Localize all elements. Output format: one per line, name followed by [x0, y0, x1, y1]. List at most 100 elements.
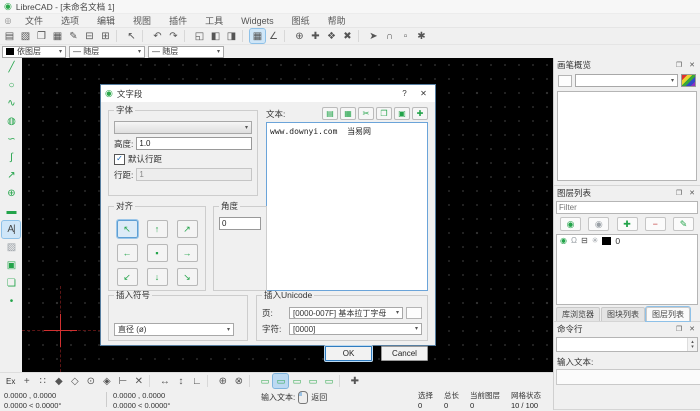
menu-app-icon[interactable]: ◎ — [0, 16, 16, 25]
pan-button[interactable]: ✱ — [414, 29, 429, 43]
align-middle-left-button[interactable]: ← — [117, 244, 138, 262]
dimension-tool-button[interactable]: ▬ — [2, 203, 20, 220]
ok-button[interactable]: OK — [325, 346, 372, 361]
view-1-button[interactable]: ▭ — [257, 374, 272, 388]
lock-relative-zero-button[interactable]: ⊗ — [231, 374, 246, 388]
save-text-button[interactable]: ▦ — [340, 107, 356, 120]
circle-center-tool-button[interactable]: ⊕ — [2, 185, 20, 202]
rotate-two-button[interactable]: ❖ — [324, 29, 339, 43]
layer-color-combo[interactable]: 依图层 ▾ — [2, 46, 66, 58]
save-button[interactable]: ▦ — [50, 29, 65, 43]
leader-tool-button[interactable]: ↗ — [2, 167, 20, 184]
print-preview-button[interactable]: ⊞ — [98, 29, 113, 43]
align-bottom-left-button[interactable]: ↙ — [117, 268, 138, 286]
unicode-char-combo[interactable]: [0000] ▾ — [289, 323, 422, 335]
cut-text-button[interactable]: ✂ — [358, 107, 374, 120]
image-tool-button[interactable]: ▣ — [2, 257, 20, 274]
select-window-button[interactable]: ▫ — [398, 29, 413, 43]
line-tool-button[interactable]: ╱ — [2, 59, 20, 76]
close-panel-icon[interactable]: ✕ — [687, 61, 697, 69]
layer-filter-input[interactable] — [556, 201, 698, 214]
menu-view[interactable]: 视图 — [124, 14, 160, 27]
undo-button[interactable]: ↶ — [150, 29, 165, 43]
pen-list[interactable] — [557, 91, 697, 181]
exclusive-snap-button[interactable]: Ex — [3, 374, 18, 388]
restrict-nothing-button[interactable]: ⊕ — [292, 29, 307, 43]
pen-options-button[interactable] — [558, 75, 572, 87]
snap-on-entity-button[interactable]: ◇ — [67, 374, 82, 388]
restrict-horizontal-button[interactable]: ↔ — [157, 374, 172, 388]
grid-toggle-button[interactable]: ▦ — [250, 29, 265, 43]
edit-layer-button[interactable]: ✎ — [673, 217, 694, 231]
menu-widgets[interactable]: Widgets — [232, 14, 283, 27]
arc-handles-button[interactable]: ∩ — [382, 29, 397, 43]
align-middle-right-button[interactable]: → — [177, 244, 198, 262]
point-tool-button[interactable]: • — [2, 293, 20, 310]
draft-mode-button[interactable]: ∠ — [266, 29, 281, 43]
show-all-layers-button[interactable]: ◉ — [560, 217, 581, 231]
align-top-center-button[interactable]: ↑ — [147, 220, 168, 238]
dialog-title-bar[interactable]: ◉ 文字段 ? ✕ — [101, 85, 435, 102]
command-input[interactable] — [556, 369, 700, 385]
snap-center-button[interactable]: ⊙ — [83, 374, 98, 388]
menu-plugins[interactable]: 插件 — [160, 14, 196, 27]
snap-grid-button[interactable]: ∷ — [35, 374, 50, 388]
height-input[interactable] — [136, 137, 252, 150]
auto-zoom-button[interactable]: ◱ — [192, 29, 207, 43]
align-bottom-center-button[interactable]: ↓ — [147, 268, 168, 286]
polyline-tool-button[interactable]: ∫ — [2, 149, 20, 166]
text-content-area[interactable]: www.downyi.com 当易网 — [266, 122, 428, 291]
pen-combo[interactable]: ▾ — [575, 74, 678, 87]
font-combo[interactable]: ▾ — [114, 121, 252, 134]
dialog-help-button[interactable]: ? — [397, 89, 412, 98]
snap-distance-button[interactable]: ⊢ — [115, 374, 130, 388]
line-type-combo[interactable]: — 随层 ▾ — [148, 46, 224, 58]
layer-row[interactable]: ◉ Ω ⊟ ✳ 0 — [557, 235, 697, 247]
layer-lock-icon[interactable]: Ω — [571, 237, 577, 245]
snap-middle-button[interactable]: ◈ — [99, 374, 114, 388]
close-panel-icon[interactable]: ✕ — [687, 189, 697, 197]
layer-list[interactable]: ◉ Ω ⊟ ✳ 0 — [556, 234, 698, 305]
menu-help[interactable]: 帮助 — [319, 14, 355, 27]
circle-tool-button[interactable]: ○ — [2, 77, 20, 94]
block-tool-button[interactable]: ❏ — [2, 275, 20, 292]
ellipse-tool-button[interactable]: ◍ — [2, 113, 20, 130]
add-layer-button[interactable]: ✚ — [617, 217, 638, 231]
print-button[interactable]: ⊟ — [82, 29, 97, 43]
restrict-orthogonal-button[interactable]: ∟ — [189, 374, 204, 388]
float-panel-icon[interactable]: ❐ — [674, 325, 684, 333]
default-spacing-checkbox[interactable]: ✓ — [114, 154, 125, 165]
tab-library-browser[interactable]: 库浏览器 — [556, 307, 600, 321]
text-tool-button[interactable]: A| — [2, 221, 20, 238]
view-2-button[interactable]: ▭ — [273, 374, 288, 388]
hide-all-layers-button[interactable]: ◉ — [588, 217, 609, 231]
color-picker-icon[interactable] — [681, 74, 696, 87]
save-as-button[interactable]: ✎ — [66, 29, 81, 43]
view-4-button[interactable]: ▭ — [305, 374, 320, 388]
remove-layer-button[interactable]: − — [645, 217, 666, 231]
command-history[interactable]: ▴ ▾ — [556, 337, 698, 352]
layer-print-icon[interactable]: ⊟ — [581, 237, 588, 245]
snap-free-button[interactable]: + — [19, 374, 34, 388]
align-middle-center-button[interactable]: ▪ — [147, 244, 168, 262]
menu-file[interactable]: 文件 — [16, 14, 52, 27]
insert-text-button[interactable]: ✚ — [412, 107, 428, 120]
previous-view-button[interactable]: ◧ — [208, 29, 223, 43]
view-5-button[interactable]: ▭ — [321, 374, 336, 388]
symbol-combo[interactable]: 直径 (ø) ▾ — [114, 323, 234, 336]
new-from-template-button[interactable]: ▧ — [18, 29, 33, 43]
open-button[interactable]: ❒ — [34, 29, 49, 43]
cancel-button[interactable]: Cancel — [381, 346, 428, 361]
add-view-button[interactable]: ✚ — [347, 374, 362, 388]
tab-block-list[interactable]: 图块列表 — [601, 307, 645, 321]
layer-visible-icon[interactable]: ◉ — [560, 237, 567, 245]
align-bottom-right-button[interactable]: ↘ — [177, 268, 198, 286]
angle-input[interactable] — [219, 217, 261, 230]
menu-edit[interactable]: 编辑 — [88, 14, 124, 27]
align-top-left-button[interactable]: ↖ — [117, 220, 138, 238]
hatch-tool-button[interactable]: ▨ — [2, 239, 20, 256]
layer-construction-icon[interactable]: ✳ — [592, 237, 599, 245]
spin-down-icon[interactable]: ▾ — [691, 345, 694, 350]
new-file-button[interactable]: ▤ — [2, 29, 17, 43]
window-zoom-button[interactable]: ◨ — [224, 29, 239, 43]
